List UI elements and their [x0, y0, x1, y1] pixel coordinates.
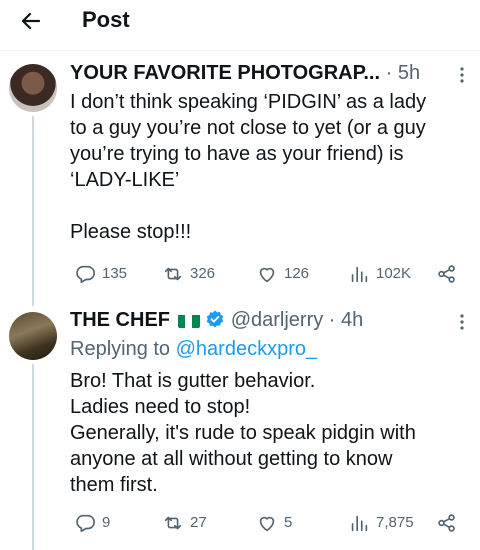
reply-count: 9: [102, 514, 111, 531]
action-bar: 135 326 126 102K: [70, 263, 470, 285]
text-line: Ladies need to stop!: [70, 396, 251, 418]
repost-count: 326: [190, 265, 216, 282]
more-options-icon[interactable]: [452, 62, 472, 88]
back-arrow-icon[interactable]: [14, 4, 48, 38]
verified-badge-icon: [206, 310, 224, 328]
like-count: 126: [284, 265, 310, 282]
text-line: Bro! That is gutter behavior.: [70, 370, 316, 392]
top-bar: Post: [0, 0, 480, 40]
like-count: 5: [284, 514, 293, 531]
views-chart-icon: [351, 266, 368, 283]
reply-icon: [76, 265, 95, 284]
share-button[interactable]: [436, 263, 458, 285]
views-count: 102K: [376, 265, 412, 282]
reply-button[interactable]: 135: [74, 263, 127, 285]
share-icon: [438, 514, 455, 532]
reply-icon: [76, 514, 95, 533]
repost-button[interactable]: 326: [162, 263, 215, 285]
display-name[interactable]: THE CHEF: [70, 309, 170, 331]
more-options-icon[interactable]: [452, 309, 472, 335]
reply-button[interactable]: 9: [74, 512, 110, 534]
nigeria-flag-icon: [177, 312, 200, 328]
avatar[interactable]: [9, 64, 57, 112]
reply-count: 135: [102, 265, 128, 282]
action-bar: 9 27 5 7,875: [70, 512, 470, 534]
text-line: anyone at all without getting to know: [70, 448, 393, 470]
heart-icon: [259, 516, 275, 532]
tweet-text: I don’t think speaking ‘PIDGIN’ as a lad…: [70, 89, 426, 245]
repost-button[interactable]: 27: [162, 512, 207, 534]
text-line: I don’t think speaking ‘PIDGIN’ as a lad…: [70, 91, 427, 113]
share-icon: [438, 265, 455, 283]
page-title: Post: [82, 7, 130, 32]
text-line: to a guy you’re not close to yet (or a g…: [70, 117, 426, 139]
share-button[interactable]: [436, 512, 458, 534]
views-count: 7,875: [376, 514, 414, 531]
separator: ·: [328, 309, 336, 331]
views-chart-icon: [351, 515, 368, 532]
tweet-header: YOUR FAVORITE PHOTOGRAP... · 5h: [70, 60, 420, 86]
replying-prefix: Replying to: [70, 338, 171, 360]
views-button[interactable]: 7,875: [348, 512, 414, 534]
header-divider: [0, 50, 480, 51]
text-line: you’re trying to have as your friend) is: [70, 143, 404, 165]
text-line: [70, 193, 426, 219]
text-line: Please stop!!!: [70, 221, 192, 243]
text-line: them first.: [70, 474, 158, 496]
repost-count: 27: [190, 514, 207, 531]
replying-handle-link[interactable]: @hardeckxpro_: [176, 338, 317, 360]
like-button[interactable]: 126: [256, 263, 309, 285]
timestamp[interactable]: 5h: [398, 62, 420, 84]
thread-connector: [32, 116, 34, 306]
separator: ·: [385, 62, 393, 84]
user-handle[interactable]: @darljerry: [231, 309, 324, 331]
display-name[interactable]: YOUR FAVORITE PHOTOGRAP...: [70, 62, 380, 84]
avatar[interactable]: [9, 312, 57, 360]
repost-icon: [164, 267, 182, 281]
timestamp[interactable]: 4h: [341, 309, 363, 331]
tweet-text: Bro! That is gutter behavior. Ladies nee…: [70, 368, 416, 498]
replying-to: Replying to @hardeckxpro_: [70, 336, 317, 362]
text-line: Generally, it's rude to speak pidgin wit…: [70, 422, 416, 444]
like-button[interactable]: 5: [256, 512, 292, 534]
repost-icon: [164, 516, 182, 530]
tweet-header: THE CHEF @darljerry · 4h: [70, 307, 363, 333]
thread-connector: [32, 364, 34, 550]
views-button[interactable]: 102K: [348, 263, 411, 285]
text-line: ‘LADY-LIKE’: [70, 169, 180, 191]
heart-icon: [259, 267, 275, 283]
